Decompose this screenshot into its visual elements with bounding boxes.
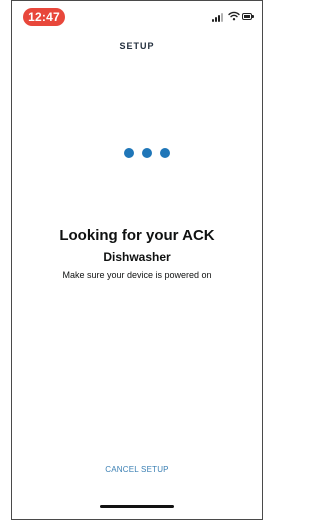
- home-indicator[interactable]: [100, 505, 174, 508]
- battery-icon: [242, 13, 254, 20]
- loading-dot: [142, 148, 152, 158]
- cancel-setup-button[interactable]: CANCEL SETUP: [87, 465, 187, 479]
- page-title: SETUP: [119, 41, 155, 51]
- search-heading: Looking for your ACK: [59, 227, 215, 244]
- loading-dot: [160, 148, 170, 158]
- loading-indicator: [120, 148, 180, 160]
- status-time: 12:47: [23, 8, 65, 26]
- power-hint: Make sure your device is powered on: [62, 270, 212, 280]
- loading-dot: [124, 148, 134, 158]
- cellular-signal-icon: [212, 12, 226, 22]
- status-icons: [212, 10, 254, 24]
- wifi-icon: [228, 11, 240, 21]
- device-name: Dishwasher: [103, 250, 171, 264]
